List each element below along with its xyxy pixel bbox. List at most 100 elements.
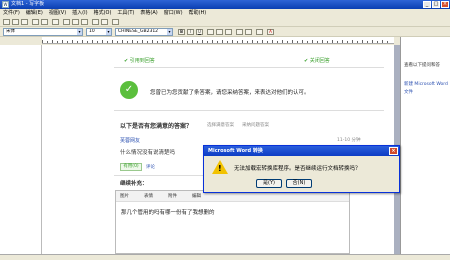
banner-text: 您曾已为您贡献了条答案，请您采纳答案，来表达对他们的认可。 (150, 88, 310, 96)
menu-view[interactable]: 视图(V) (46, 9, 69, 17)
close-answer-link[interactable]: ✔ 关闭回答 (304, 57, 330, 64)
adopt-answer-link[interactable]: 采纳问题答案 (242, 122, 269, 128)
editor-emoji-button[interactable]: 表情 (144, 193, 153, 200)
ruler-tick (347, 41, 348, 43)
menu-tools[interactable]: 工具(T) (114, 9, 137, 17)
ruler-tick (317, 41, 318, 43)
underline-icon[interactable]: U (196, 29, 203, 35)
paste-icon[interactable] (81, 19, 88, 25)
spelling-icon[interactable] (52, 19, 59, 25)
font-color-icon[interactable]: A (267, 29, 274, 35)
reply-link[interactable]: 评论 (146, 164, 155, 170)
menu-bar: 文件(F) 编辑(E) 视图(V) 插入(I) 格式(O) 工具(T) 表格(A) 窗口(W)… (0, 9, 450, 17)
ruler-tick (187, 41, 188, 43)
ruler-tick (377, 41, 378, 43)
ruler-tick (47, 41, 48, 43)
ruler-tick (242, 40, 243, 43)
chevron-down-icon: ▾ (77, 29, 82, 35)
close-button[interactable]: × (441, 1, 449, 8)
chevron-down-icon: ▾ (106, 29, 111, 35)
ruler-tick (232, 40, 233, 43)
bullets-icon[interactable] (245, 29, 252, 35)
redo-icon[interactable] (101, 19, 108, 25)
horizontal-ruler[interactable] (42, 37, 394, 44)
ruler-tick (292, 40, 293, 43)
ruler-tick (327, 41, 328, 43)
numbering-icon[interactable] (236, 29, 243, 35)
dialog-no-button[interactable]: 否(N) (286, 179, 312, 188)
section-heading: 以下是否有您满意的答案？ (120, 123, 193, 130)
font-name-combo[interactable]: 宋体 ▾ (3, 28, 83, 36)
ruler-tick (107, 41, 108, 43)
ruler-tick (202, 40, 203, 43)
editor-image-button[interactable]: 图片 (120, 193, 129, 200)
save-icon[interactable] (21, 19, 28, 25)
menu-window[interactable]: 窗口(W) (161, 9, 186, 17)
new-document-icon[interactable] (3, 19, 10, 25)
dialog-close-button[interactable]: × (389, 147, 398, 155)
helpful-button[interactable]: 有用(0) (120, 163, 142, 171)
editor-attachment-button[interactable]: 附件 (168, 193, 177, 200)
ruler-tick (217, 41, 218, 43)
ruler-tick (282, 40, 283, 43)
ruler-tick (352, 40, 353, 43)
ruler-tick (277, 41, 278, 43)
print-icon[interactable] (32, 19, 39, 25)
ruler-tick (302, 40, 303, 43)
ruler-tick (92, 40, 93, 43)
print-preview-icon[interactable] (41, 19, 48, 25)
ruler-tick (172, 40, 173, 43)
table-icon[interactable] (112, 19, 119, 25)
quote-answer-link[interactable]: ✔ 引用到回答 (124, 57, 155, 64)
open-folder-icon[interactable] (12, 19, 19, 25)
ruler-tick (322, 40, 323, 43)
menu-table[interactable]: 表格(A) (137, 9, 160, 17)
copy-icon[interactable] (72, 19, 79, 25)
menu-file[interactable]: 文件(F) (0, 9, 23, 17)
editor-text[interactable]: 那几个管用的吗有哪一份有了我想删的 (121, 208, 215, 216)
font-size-combo[interactable]: 10 ▾ (86, 28, 112, 36)
editor-edit-button[interactable]: 编辑 (192, 193, 201, 200)
undo-icon[interactable] (92, 19, 99, 25)
task-pane-new-link[interactable]: 新建 Microsoft Word (404, 81, 448, 87)
align-left-icon[interactable] (207, 29, 214, 35)
editor-label: 继续补充： (120, 181, 148, 187)
task-pane-file-link[interactable]: 文件 (404, 89, 413, 95)
ruler-tick (122, 40, 123, 43)
dialog-yes-button[interactable]: 是(Y) (256, 179, 282, 188)
ruler-tick (297, 41, 298, 43)
task-pane: 查看以下提问和答 新建 Microsoft Word 文件 (400, 37, 450, 254)
ruler-tick (237, 41, 238, 43)
minimize-button[interactable]: _ (423, 1, 431, 8)
ruler-tick (102, 40, 103, 43)
ruler-tick (67, 41, 68, 43)
word-app-icon: W (2, 1, 9, 8)
answer-editor[interactable]: 图片 表情 附件 编辑 那几个管用的吗有哪一份有了我想删的 (115, 190, 350, 254)
menu-format[interactable]: 格式(O) (91, 9, 115, 17)
menu-help[interactable]: 帮助(H) (186, 9, 210, 17)
task-pane-title: 查看以下提问和答 (404, 63, 440, 68)
ruler-tick (177, 41, 178, 43)
answer-text: 什么情况没有说清楚吗 (120, 150, 176, 156)
italic-icon[interactable]: I (187, 29, 194, 35)
bold-icon[interactable]: B (178, 29, 185, 35)
menu-edit[interactable]: 编辑(E) (23, 9, 46, 17)
charset-combo[interactable]: CHINESE_GB2312 ▾ (115, 28, 173, 36)
align-center-icon[interactable] (216, 29, 223, 35)
maximize-button[interactable]: □ (432, 1, 440, 8)
word-window: W 文档1 - 写字板 _ □ × 文件(F) 编辑(E) 视图(V) 插入(I) 格式… (0, 0, 450, 260)
ruler-tick (117, 41, 118, 43)
cut-icon[interactable] (63, 19, 70, 25)
answer-user[interactable]: 芙蓉网友 (120, 137, 140, 144)
ruler-tick (132, 40, 133, 43)
ruler-tick (362, 40, 363, 43)
ruler-tick (252, 40, 253, 43)
choose-satisfied-link[interactable]: 选择满意答案 (207, 122, 234, 128)
menu-insert[interactable]: 插入(I) (69, 9, 90, 17)
dialog-message: 无法加载宏转换库程序。是否继续运行文档转换吗？ (234, 166, 361, 172)
ruler-tick (272, 40, 273, 43)
ruler-tick (382, 40, 383, 43)
align-right-icon[interactable] (225, 29, 232, 35)
divider (114, 67, 384, 68)
indent-icon[interactable] (256, 29, 263, 35)
